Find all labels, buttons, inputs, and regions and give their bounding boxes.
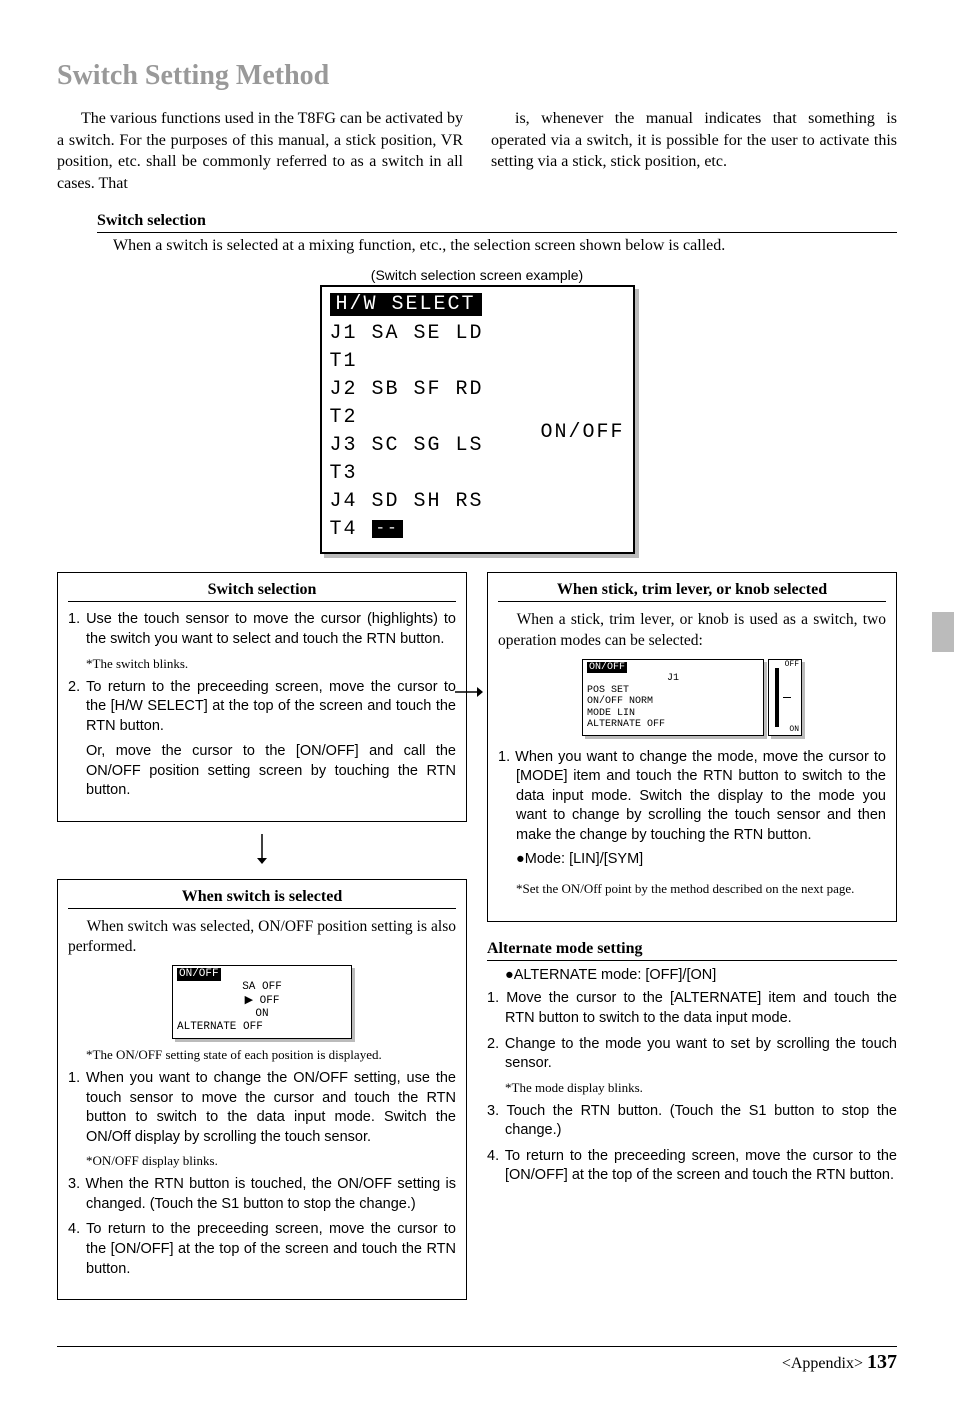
- mini2-graph: OFF ON: [768, 659, 802, 736]
- footer-page-number: 137: [867, 1351, 897, 1373]
- box-when-switch-selected: When switch is selected When switch was …: [57, 879, 467, 1300]
- box2-note1: *The ON/OFF setting state of each positi…: [86, 1047, 456, 1063]
- mini1-line2: ▶ OFF: [177, 995, 347, 1008]
- box1-step2: 2. To return to the preceeding screen, m…: [68, 678, 456, 737]
- alternate-step3: 3. Touch the RTN button. (Touch the S1 b…: [487, 1102, 897, 1141]
- graph-on-label: ON: [789, 725, 799, 734]
- box2-step3: 3. When the RTN button is touched, the O…: [68, 1175, 456, 1214]
- two-column-area: Switch selection 1. Use the touch sensor…: [57, 572, 897, 1318]
- box-switch-selection: Switch selection 1. Use the touch sensor…: [57, 572, 467, 822]
- alternate-step2: 2. Change to the mode you want to set by…: [487, 1035, 897, 1074]
- hw-side-onoff: ON/OFF: [540, 421, 624, 444]
- down-arrow-icon: [57, 834, 467, 869]
- alternate-heading: Alternate mode setting: [487, 940, 897, 961]
- alternate-bullet: ●ALTERNATE mode: [OFF]/[ON]: [505, 967, 897, 983]
- box2-intro: When switch was selected, ON/OFF positio…: [68, 917, 456, 957]
- page-edge-tab: [932, 612, 954, 652]
- box3-intro: When a stick, trim lever, or knob is use…: [498, 610, 886, 650]
- hw-row-3: J3 SC SG LS T3: [330, 432, 519, 488]
- box1-step1: 1. Use the touch sensor to move the curs…: [68, 610, 456, 649]
- switch-selection-line: When a switch is selected at a mixing fu…: [113, 237, 897, 255]
- box3-step1: 1. When you want to change the mode, mov…: [498, 748, 886, 846]
- box3-note: *Set the ON/Off point by the method desc…: [516, 881, 886, 897]
- screen-example-caption: (Switch selection screen example): [57, 267, 897, 283]
- box2-title: When switch is selected: [68, 888, 456, 909]
- box3-bullet: ●Mode: [LIN]/[SYM]: [516, 851, 886, 867]
- alternate-step1: 1. Move the cursor to the [ALTERNATE] it…: [487, 989, 897, 1028]
- graph-off-label: OFF: [785, 660, 799, 669]
- box2-step4: 4. To return to the preceeding screen, m…: [68, 1220, 456, 1279]
- intro-columns: The various functions used in the T8FG c…: [57, 108, 897, 194]
- hw-row-4: J4 SD SH RS T4: [330, 490, 484, 541]
- page-footer: <Appendix> 137: [57, 1351, 897, 1374]
- alternate-note: *The mode display blinks.: [505, 1080, 897, 1096]
- box2-step1: 1. When you want to change the ON/OFF se…: [68, 1069, 456, 1147]
- mini1-line3: ON: [177, 1008, 347, 1021]
- box1-cont: Or, move the cursor to the [ON/OFF] and …: [86, 742, 456, 801]
- mini1-line1: SA OFF: [177, 981, 347, 994]
- hw-row-1: J1 SA SE LD T1: [330, 320, 519, 376]
- hw-row-2: J2 SB SF RD T2: [330, 376, 519, 432]
- page-title: Switch Setting Method: [57, 60, 897, 92]
- mini2-line3: ON/OFF NORM: [587, 696, 759, 708]
- hw-select-screen: H/W SELECT J1 SA SE LD T1 J2 SB SF RD T2…: [320, 285, 635, 554]
- document-page: Switch Setting Method The various functi…: [57, 60, 897, 1374]
- intro-left: The various functions used in the T8FG c…: [57, 108, 463, 194]
- alternate-step4: 4. To return to the preceeding screen, m…: [487, 1147, 897, 1186]
- footer-section: <Appendix>: [782, 1355, 863, 1372]
- mini1-line4: ALTERNATE OFF: [177, 1021, 347, 1034]
- mini1-header: ON/OFF: [177, 968, 221, 981]
- mini2-line2: POS SET: [587, 685, 759, 697]
- mini2-header: ON/OFF: [587, 662, 627, 673]
- hw-dash-icon: --: [372, 520, 403, 538]
- box2-note2: *ON/OFF display blinks.: [86, 1153, 456, 1169]
- graph-tick-icon: [783, 697, 791, 698]
- mini2-line1: J1: [587, 673, 759, 685]
- hw-screen-header: H/W SELECT: [330, 293, 482, 316]
- mini2-line5: ALTERNATE OFF: [587, 719, 759, 731]
- box1-title: Switch selection: [68, 581, 456, 602]
- graph-bar-icon: [775, 668, 779, 727]
- mini2-line4: MODE LIN: [587, 708, 759, 720]
- footer-rule: [57, 1346, 897, 1347]
- mode-mini-screen: ON/OFF J1 POS SET ON/OFF NORM MODE LIN A…: [582, 659, 802, 736]
- box-stick-trim-knob: When stick, trim lever, or knob selected…: [487, 572, 897, 922]
- box3-title: When stick, trim lever, or knob selected: [498, 581, 886, 602]
- intro-right: is, whenever the manual indicates that s…: [491, 108, 897, 194]
- onoff-mini-screen: ON/OFF SA OFF ▶ OFF ON ALTERNATE OFF: [172, 965, 352, 1039]
- box1-note1: *The switch blinks.: [86, 656, 456, 672]
- switch-selection-heading: Switch selection: [97, 212, 897, 233]
